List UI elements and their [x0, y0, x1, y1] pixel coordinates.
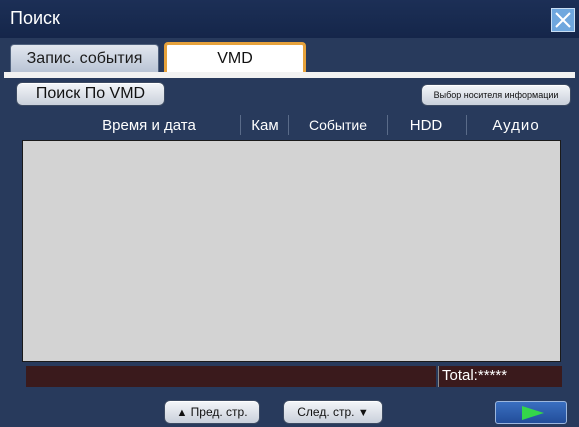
- column-header-hdd[interactable]: HDD: [389, 117, 463, 134]
- tab-strip: [4, 72, 575, 78]
- next-page-label: След. стр.: [297, 405, 355, 419]
- prev-page-label: Пред. стр.: [190, 405, 248, 419]
- search-vmd-button[interactable]: Поиск По VMD: [16, 82, 165, 106]
- column-header-event[interactable]: Событие: [290, 117, 386, 133]
- title-bar: Поиск: [0, 0, 579, 38]
- search-vmd-label: Поиск По VMD: [35, 85, 146, 102]
- total-box: Total:*****: [438, 366, 562, 387]
- play-arrow-icon: [522, 406, 544, 420]
- close-icon: [555, 12, 571, 28]
- column-divider: [240, 115, 241, 135]
- next-page-button[interactable]: След. стр. ▼: [283, 400, 383, 424]
- table-header: Время и дата Кам Событие HDD Аудио: [14, 115, 566, 137]
- column-divider: [466, 115, 467, 135]
- prev-page-button[interactable]: ▲ Пред. стр.: [164, 400, 260, 424]
- tab-label: Запис. события: [26, 50, 143, 67]
- search-window: Поиск Запис. события VMD Поиск По VMD Вы…: [0, 0, 579, 427]
- total-count: Total:*****: [442, 367, 508, 384]
- column-divider: [288, 115, 289, 135]
- media-select-label: Выбор носителя информации: [433, 90, 559, 100]
- column-header-camera[interactable]: Кам: [242, 117, 288, 134]
- media-select-button[interactable]: Выбор носителя информации: [421, 84, 571, 106]
- tab-recorded-events[interactable]: Запис. события: [10, 44, 159, 72]
- column-header-datetime[interactable]: Время и дата: [74, 117, 224, 134]
- tab-label: VMD: [217, 50, 253, 67]
- status-bar: [26, 366, 436, 387]
- window-title: Поиск: [10, 8, 60, 28]
- column-header-audio[interactable]: Аудио: [468, 117, 564, 134]
- results-list[interactable]: [22, 140, 561, 362]
- tab-vmd[interactable]: VMD: [164, 42, 306, 72]
- triangle-down-icon: ▼: [357, 407, 369, 419]
- close-button[interactable]: [551, 8, 575, 32]
- triangle-up-icon: ▲: [176, 407, 188, 419]
- column-divider: [387, 115, 388, 135]
- play-button[interactable]: [495, 401, 567, 424]
